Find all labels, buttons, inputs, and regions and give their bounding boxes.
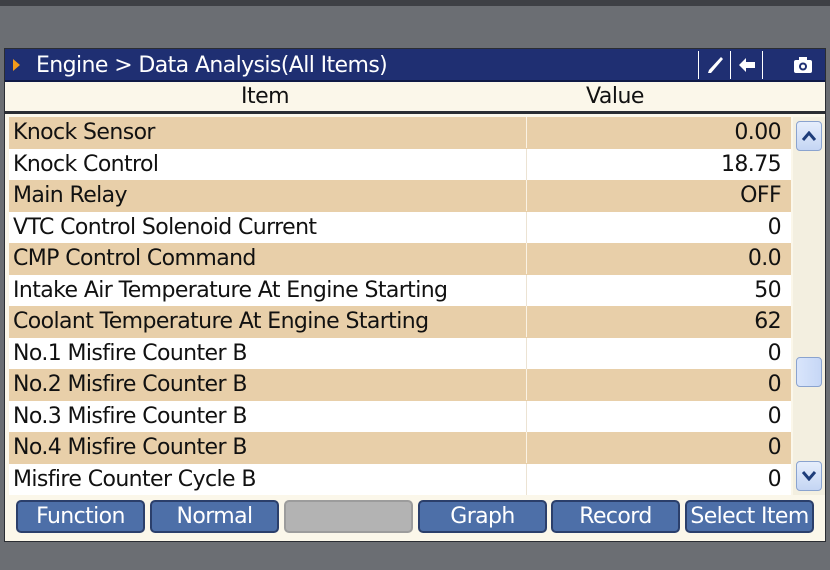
row-item-name: Coolant Temperature At Engine Starting	[13, 309, 429, 334]
table-row[interactable]: CMP Control Command 0.0	[9, 243, 791, 275]
empty-button[interactable]	[284, 500, 413, 533]
row-item-name: CMP Control Command	[13, 246, 256, 271]
table-row[interactable]: Coolant Temperature At Engine Starting 6…	[9, 306, 791, 338]
function-button[interactable]: Function	[16, 500, 145, 533]
row-item-name: No.2 Misfire Counter B	[13, 372, 247, 397]
row-value: 18.75	[526, 148, 782, 180]
row-item-name: No.1 Misfire Counter B	[13, 340, 247, 366]
row-value: 0	[526, 337, 782, 369]
table-row[interactable]: Intake Air Temperature At Engine Startin…	[9, 274, 791, 306]
table-row[interactable]: Misfire Counter Cycle B 0	[9, 463, 791, 495]
row-value: 0	[526, 432, 782, 463]
table-row[interactable]: Main Relay OFF	[9, 180, 791, 212]
column-header: Item Value	[5, 82, 825, 114]
table-row[interactable]: No.1 Misfire Counter B 0	[9, 337, 791, 369]
row-item-name: Intake Air Temperature At Engine Startin…	[13, 277, 448, 303]
row-item-name: VTC Control Solenoid Current	[13, 214, 317, 240]
row-value: 0	[526, 369, 782, 400]
row-item-name: No.3 Misfire Counter B	[13, 403, 247, 429]
row-value: 50	[526, 274, 782, 306]
row-value: 0	[526, 463, 782, 495]
chevron-up-icon	[802, 131, 816, 141]
scroll-thumb[interactable]	[796, 357, 822, 387]
row-value: 0	[526, 400, 782, 432]
chevron-down-icon	[802, 471, 816, 481]
normal-button[interactable]: Normal	[150, 500, 279, 533]
row-item-name: Main Relay	[13, 183, 128, 208]
table-row[interactable]: No.4 Misfire Counter B 0	[9, 432, 791, 464]
vertical-scrollbar[interactable]	[793, 117, 825, 495]
camera-icon	[794, 57, 812, 73]
row-value: 62	[526, 306, 782, 337]
breadcrumb: Engine > Data Analysis(All Items)	[36, 53, 388, 78]
row-value: OFF	[526, 180, 782, 211]
pen-icon	[707, 57, 723, 73]
title-bar: Engine > Data Analysis(All Items)	[5, 49, 825, 82]
table-row[interactable]: VTC Control Solenoid Current 0	[9, 211, 791, 243]
scroll-down-button[interactable]	[796, 461, 822, 491]
graph-button[interactable]: Graph	[418, 500, 547, 533]
table-row[interactable]: No.2 Misfire Counter B 0	[9, 369, 791, 401]
row-value: 0	[526, 211, 782, 243]
row-item-name: No.4 Misfire Counter B	[13, 435, 247, 460]
back-arrow-icon	[738, 58, 755, 72]
scroll-up-button[interactable]	[796, 121, 822, 151]
row-value: 0.00	[526, 117, 782, 148]
row-item-name: Knock Sensor	[13, 120, 155, 145]
pen-button[interactable]	[698, 51, 730, 79]
table-row[interactable]: Knock Control 18.75	[9, 148, 791, 180]
record-button[interactable]: Record	[551, 500, 680, 533]
top-strip	[0, 0, 830, 6]
breadcrumb-arrow-icon	[13, 59, 20, 71]
function-button-bar: Function Normal Graph Record Select Item	[5, 495, 825, 541]
table-row[interactable]: No.3 Misfire Counter B 0	[9, 400, 791, 432]
data-list: Knock Sensor 0.00 Knock Control 18.75 Ma…	[9, 117, 791, 495]
data-analysis-panel: Engine > Data Analysis(All Items) Item V…	[4, 48, 826, 542]
back-button[interactable]	[730, 51, 762, 79]
row-value: 0.0	[526, 243, 782, 274]
row-item-name: Misfire Counter Cycle B	[13, 466, 256, 492]
camera-button[interactable]	[762, 51, 825, 79]
column-header-item: Item	[240, 84, 290, 109]
select-item-button[interactable]: Select Item	[685, 500, 814, 533]
row-item-name: Knock Control	[13, 151, 159, 177]
table-row[interactable]: Knock Sensor 0.00	[9, 117, 791, 149]
column-header-value: Value	[586, 84, 644, 109]
